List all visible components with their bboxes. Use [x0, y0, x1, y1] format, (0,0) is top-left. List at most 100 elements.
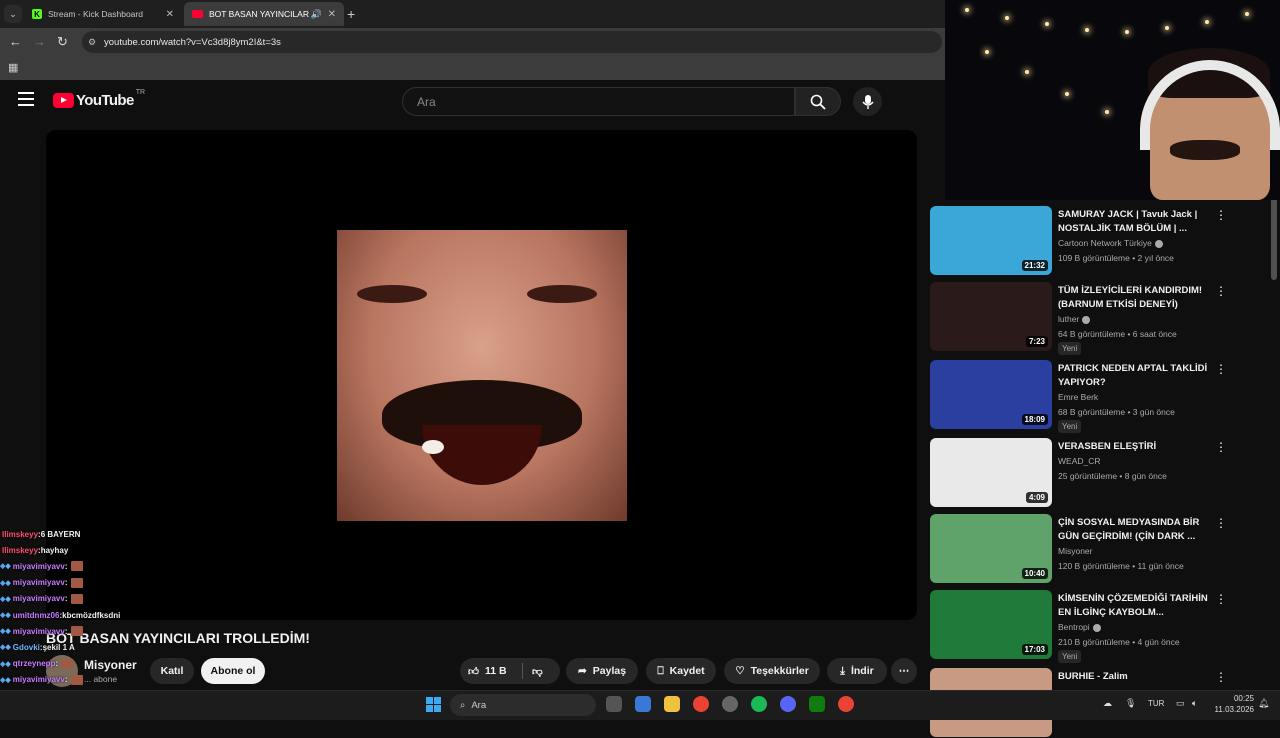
close-icon[interactable]: ✕	[328, 9, 336, 20]
like-button[interactable]: 👍︎ 11 B 👎︎	[460, 658, 560, 684]
recommended-video-title[interactable]: SAMURAY JACK | Tavuk Jack | NOSTALJİK TA…	[1058, 208, 1208, 236]
recommended-channel[interactable]: Bentropi	[1058, 622, 1101, 632]
recommended-channel-name[interactable]: Cartoon Network Türkiye	[1058, 238, 1152, 248]
video-thumbnail[interactable]: 17:03	[930, 590, 1052, 659]
recommended-video-title[interactable]: BURHIE - Zalim	[1058, 670, 1208, 684]
recommended-video[interactable]: 17:03 KİMSENİN ÇÖZEMEDİĞİ TARİHİN EN İLGİ…	[930, 590, 1227, 663]
chrome-active-icon[interactable]	[838, 696, 854, 712]
chat-username[interactable]: miyavimiyavv	[13, 578, 65, 587]
more-options-icon[interactable]: ⋮	[1215, 440, 1227, 454]
recommended-channel-name[interactable]: Emre Berk	[1058, 392, 1098, 402]
search-input[interactable]: Ara	[402, 87, 795, 116]
tab-search-button[interactable]: ⌄	[4, 5, 22, 23]
more-options-icon[interactable]: ⋮	[1215, 592, 1227, 606]
new-tab-button[interactable]: +	[347, 6, 355, 22]
video-duration: 4:09	[1025, 492, 1048, 503]
hamburger-menu-icon[interactable]	[18, 92, 34, 106]
subscribe-button[interactable]: Abone ol	[201, 658, 265, 684]
recommended-video-title[interactable]: ÇİN SOSYAL MEDYASINDA BİR GÜN GEÇİRDİM! …	[1058, 516, 1208, 544]
tab-youtube-video[interactable]: BOT BASAN YAYINCILARI TROLLEDİM! 🔊 ✕	[184, 2, 344, 26]
recommended-channel-name[interactable]: Bentropi	[1058, 622, 1090, 632]
string-light	[1025, 70, 1029, 74]
chat-username[interactable]: miyavimiyavv	[13, 675, 65, 684]
share-button[interactable]: ➦ Paylaş	[566, 658, 638, 684]
thumbs-down-icon[interactable]: 👎︎	[532, 665, 543, 678]
thanks-button[interactable]: ♡ Teşekkürler	[724, 658, 820, 684]
recommended-channel[interactable]: Emre Berk	[1058, 392, 1098, 402]
taskbar-search[interactable]: ⌕ Ara	[450, 694, 596, 716]
site-info-icon[interactable]: ⚙	[88, 37, 96, 48]
forward-icon[interactable]: →	[33, 34, 46, 49]
recommended-video[interactable]: 18:09 PATRICK NEDEN APTAL TAKLİDİ YAPIYOR…	[930, 360, 1227, 433]
recommended-channel-name[interactable]: WEAD_CR	[1058, 456, 1101, 466]
speaker-icon[interactable]: 🔊	[311, 9, 322, 20]
discord-icon[interactable]	[780, 696, 796, 712]
store-icon[interactable]	[635, 696, 651, 712]
video-thumbnail[interactable]: 10:40	[930, 514, 1052, 583]
recommended-video-meta: 64 B görüntüleme • 6 saat önce	[1058, 329, 1177, 339]
recommended-video-title[interactable]: PATRICK NEDEN APTAL TAKLİDİ YAPIYOR?	[1058, 362, 1208, 390]
recommended-channel[interactable]: WEAD_CR	[1058, 456, 1101, 466]
more-options-icon[interactable]: ⋮	[1215, 362, 1227, 376]
weather-cloud-icon[interactable]: ☁	[1103, 698, 1112, 709]
notifications-icon[interactable]: 🔔︎	[1258, 698, 1269, 709]
chat-badge-icons: ◈◆	[0, 644, 11, 652]
close-icon[interactable]: ✕	[166, 9, 174, 20]
recommended-channel[interactable]: Misyoner	[1058, 546, 1092, 556]
spotify-icon[interactable]	[751, 696, 767, 712]
recommended-channel[interactable]: luther	[1058, 314, 1091, 324]
chat-emote-image	[70, 593, 83, 604]
voice-search-button[interactable]	[853, 87, 882, 116]
video-thumbnail[interactable]: 4:09	[930, 438, 1052, 507]
more-options-icon[interactable]: ⋮	[1215, 208, 1227, 222]
address-bar[interactable]: ⚙ youtube.com/watch?v=Vc3d8j8ym2I&t=3s	[82, 31, 942, 53]
tray-microphone-icon[interactable]: 🎙︎	[1125, 698, 1136, 709]
chat-username[interactable]: Ilimskeyy	[2, 530, 38, 539]
recommended-video-title[interactable]: TÜM İZLEYİCİLERİ KANDIRDIM! (BARNUM ETKİ…	[1058, 284, 1208, 312]
recommended-video[interactable]: 7:23 TÜM İZLEYİCİLERİ KANDIRDIM! (BARNUM …	[930, 282, 1227, 355]
recommended-video[interactable]: 4:09 VERASBEN ELEŞTİRİ WEAD_CR 25 görüntüle…	[930, 438, 1227, 508]
volume-icon[interactable]: 🔈︎	[1192, 698, 1197, 709]
chat-username[interactable]: Ilimskeyy	[2, 546, 38, 555]
apps-grid-icon[interactable]: ▦	[8, 61, 18, 74]
more-options-icon[interactable]: ⋮	[1215, 670, 1227, 684]
recommended-video[interactable]: 10:40 ÇİN SOSYAL MEDYASINDA BİR GÜN GEÇİR…	[930, 514, 1227, 584]
recommended-channel[interactable]: Cartoon Network Türkiye	[1058, 238, 1163, 248]
chrome-icon[interactable]	[693, 696, 709, 712]
file-explorer-icon[interactable]	[664, 696, 680, 712]
video-thumbnail[interactable]: 7:23	[930, 282, 1052, 351]
reload-icon[interactable]: ↻	[57, 34, 68, 50]
task-view-icon[interactable]	[606, 696, 622, 712]
xbox-icon[interactable]	[809, 696, 825, 712]
tab-kick-dashboard[interactable]: K Stream - Kick Dashboard ✕	[24, 2, 182, 26]
tab-title: BOT BASAN YAYINCILARI TROLLEDİM!	[209, 9, 309, 19]
obs-icon[interactable]	[722, 696, 738, 712]
chat-message: Ilimskeyy : 6 BAYERN	[0, 526, 160, 542]
more-actions-button[interactable]: ⋯	[891, 658, 917, 684]
recommended-video-title[interactable]: VERASBEN ELEŞTİRİ	[1058, 440, 1208, 454]
video-thumbnail[interactable]: 21:32	[930, 206, 1052, 275]
network-icon[interactable]: ▭	[1176, 698, 1185, 709]
recommended-channel-name[interactable]: Misyoner	[1058, 546, 1092, 556]
recommended-channel-name[interactable]: luther	[1058, 314, 1079, 324]
more-options-icon[interactable]: ⋮	[1215, 284, 1227, 298]
chat-username[interactable]: umitdnmz06	[13, 611, 60, 620]
chat-username[interactable]: miyavimiyavv	[13, 627, 65, 636]
chat-username[interactable]: qtrzeynepp	[13, 659, 56, 668]
search-button[interactable]	[795, 87, 841, 116]
recommended-video[interactable]: 21:32 SAMURAY JACK | Tavuk Jack | NOSTALJ…	[930, 206, 1227, 276]
chat-username[interactable]: miyavimiyavv	[13, 594, 65, 603]
chat-username[interactable]: Gdovki	[13, 643, 40, 652]
language-indicator[interactable]: TUR	[1148, 699, 1164, 708]
clock[interactable]: 00:25 11.03.2026	[1210, 693, 1254, 715]
download-button[interactable]: ⤓ İndir	[827, 658, 887, 684]
back-icon[interactable]: ←	[9, 34, 22, 49]
youtube-logo[interactable]: YouTube TR	[53, 89, 145, 109]
chat-message: ◈◆ miyavimiyavv :	[0, 591, 160, 607]
more-options-icon[interactable]: ⋮	[1215, 516, 1227, 530]
recommended-video-title[interactable]: KİMSENİN ÇÖZEMEDİĞİ TARİHİN EN İLGİNÇ KA…	[1058, 592, 1208, 620]
save-button[interactable]: ⎕ Kaydet	[646, 658, 716, 684]
video-thumbnail[interactable]: 18:09	[930, 360, 1052, 429]
chat-username[interactable]: miyavimiyavv	[13, 562, 65, 571]
windows-start-icon[interactable]	[426, 697, 441, 712]
